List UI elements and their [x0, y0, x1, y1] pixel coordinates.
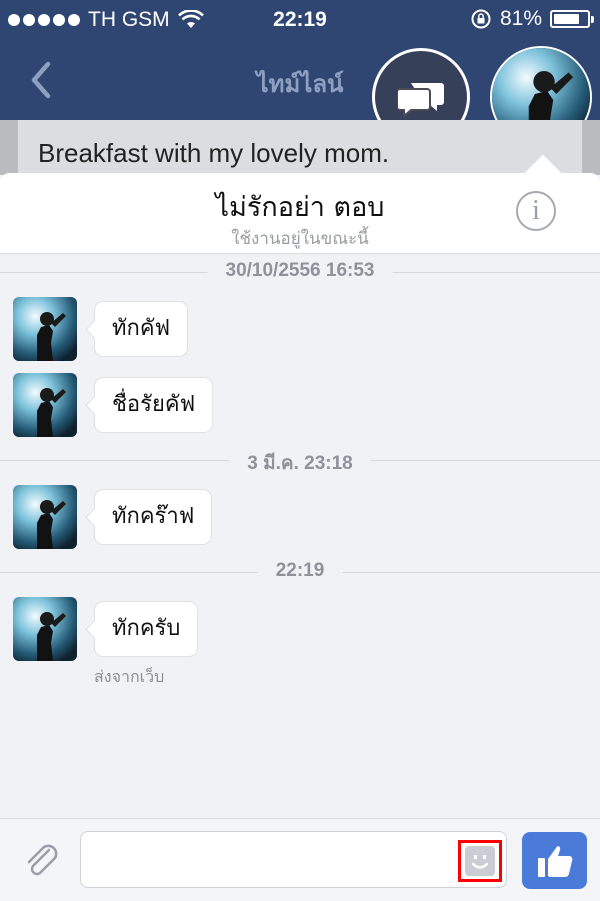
timestamp-label: 22:19: [257, 560, 343, 582]
chat-contact-status: ใช้งานอยู่ในขณะนี้: [231, 229, 369, 249]
message-row: ทักคร๊าฟ: [13, 485, 213, 549]
timestamp-divider: 30/10/2556 16:53: [0, 260, 600, 284]
emoji-icon: [465, 846, 495, 876]
avatar[interactable]: [13, 597, 77, 661]
status-bar: TH GSM 22:19 81%: [0, 0, 600, 40]
sent-from-label: ส่งจากเว็บ: [94, 667, 165, 686]
avatar[interactable]: [13, 297, 77, 361]
like-button[interactable]: [522, 832, 587, 889]
chat-contact-name: ไม่รักอย่า ตอบ: [215, 192, 385, 223]
info-icon[interactable]: i: [516, 191, 556, 231]
battery-percent: 81%: [499, 7, 542, 30]
chat-bubbles-icon: [397, 83, 444, 117]
avatar-image: [13, 597, 77, 661]
avatar-image: [13, 297, 77, 361]
message-bubble[interactable]: ชื่อรัยคัฟ: [94, 377, 214, 433]
avatar[interactable]: [13, 485, 77, 549]
nav-bar: ไทม์ไลน์: [0, 40, 600, 148]
rotation-lock-icon: [471, 9, 491, 29]
timestamp-divider: 22:19: [0, 560, 600, 584]
timestamp-label: 3 มี.ค. 23:18: [229, 448, 371, 478]
timestamp-divider: 3 มี.ค. 23:18: [0, 448, 600, 478]
composer-bar: [0, 818, 600, 901]
battery-fill: [554, 14, 580, 24]
avatar-image: [13, 373, 77, 437]
message-bubble[interactable]: ทักคร๊าฟ: [94, 489, 213, 545]
message-bubble[interactable]: ทักคัฟ: [94, 301, 189, 357]
timestamp-label: 30/10/2556 16:53: [207, 260, 393, 282]
background-post-text: Breakfast with my lovely mom.: [38, 138, 390, 168]
chat-header: ไม่รักอย่า ตอบ ใช้งานอยู่ในขณะนี้ i: [0, 173, 600, 254]
emoji-button[interactable]: [458, 840, 502, 882]
message-row: ทักคัฟ: [13, 297, 189, 361]
message-row: ทักครับ: [13, 597, 199, 661]
avatar-image: [13, 485, 77, 549]
thumbs-up-icon: [537, 845, 572, 877]
chat-panel: ไม่รักอย่า ตอบ ใช้งานอยู่ในขณะนี้ i 30/1…: [0, 173, 600, 900]
message-bubble[interactable]: ทักครับ: [94, 601, 199, 657]
status-right: 81%: [470, 7, 594, 31]
avatar[interactable]: [13, 373, 77, 437]
paperclip-icon[interactable]: [22, 841, 62, 881]
message-input[interactable]: [80, 831, 507, 888]
battery-icon: [550, 10, 594, 28]
message-row: ชื่อรัยคัฟ: [13, 373, 214, 437]
